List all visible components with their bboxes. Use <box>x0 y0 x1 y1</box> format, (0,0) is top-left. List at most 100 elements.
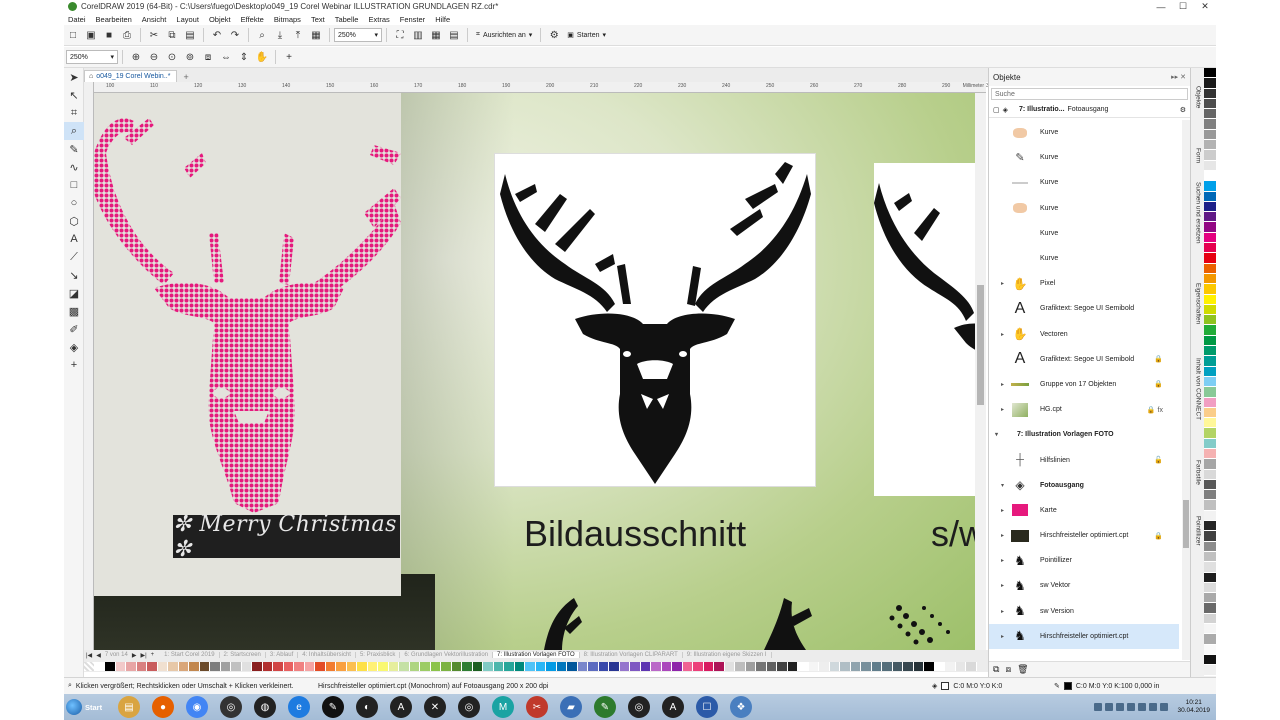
color-swatch[interactable] <box>1204 181 1216 192</box>
color-swatch[interactable] <box>819 661 830 671</box>
page-tab[interactable]: 1: Start Corel 2019 <box>160 652 220 658</box>
menu-extras[interactable]: Extras <box>368 15 389 24</box>
expand-arrow-icon[interactable]: ▸ <box>1001 381 1004 388</box>
color-swatch[interactable] <box>514 661 525 671</box>
color-swatch[interactable] <box>168 661 179 671</box>
pink-deer-card[interactable]: ✼ Merry Christmas ✼ <box>94 93 401 596</box>
page-tab[interactable]: 2: Startscreen <box>220 652 266 658</box>
new-layer-icon[interactable]: ⧉ <box>993 664 999 675</box>
rectangle-tool-icon[interactable]: □ <box>64 176 84 194</box>
color-swatch[interactable] <box>1204 366 1216 377</box>
color-swatch[interactable] <box>1204 490 1216 501</box>
color-swatch[interactable] <box>966 661 977 671</box>
prev-page-button[interactable]: ◀ <box>96 652 101 659</box>
obs-icon[interactable]: ◎ <box>220 696 242 718</box>
copy-icon[interactable]: ⧉ <box>165 28 179 42</box>
print-icon[interactable]: ⎙ <box>120 28 134 42</box>
color-swatch[interactable] <box>1204 170 1216 182</box>
color-swatch[interactable] <box>1204 438 1216 449</box>
zoom-page-icon[interactable]: ⧈ <box>201 50 215 64</box>
expand-arrow-icon[interactable]: ▸ <box>1001 582 1004 589</box>
color-swatch[interactable] <box>304 661 315 671</box>
objects-search-input[interactable]: Suche <box>991 88 1188 100</box>
collapse-arrow-icon[interactable]: ▾ <box>995 431 998 438</box>
app10-icon[interactable]: ◎ <box>628 696 650 718</box>
color-swatch[interactable] <box>1204 129 1216 141</box>
object-row[interactable]: ▸ Hirschfreisteller optimiert.cpt 🔒 <box>989 523 1179 548</box>
volume-icon[interactable] <box>1138 703 1147 711</box>
object-row[interactable]: ▸ Karte <box>989 498 1179 523</box>
snap-to-button[interactable]: ⌗ Ausrichten an ▾ <box>476 31 532 39</box>
page-tab[interactable]: 9: Illustration eigene Skizzen I <box>683 652 772 658</box>
color-swatch[interactable] <box>808 661 819 671</box>
app12-icon[interactable]: ☐ <box>696 696 718 718</box>
color-swatch[interactable] <box>378 661 389 671</box>
page-tab[interactable]: 4: Inhaltsübersicht <box>298 652 356 658</box>
color-swatch[interactable] <box>325 661 336 671</box>
color-swatch[interactable] <box>346 661 357 671</box>
network-icon[interactable] <box>1105 703 1114 711</box>
parallel-dimension-icon[interactable]: ⟋ <box>64 248 84 266</box>
color-swatch[interactable] <box>766 661 777 671</box>
lock-icon[interactable]: 🔒 <box>1154 380 1163 388</box>
color-swatch[interactable] <box>567 661 578 671</box>
color-swatch[interactable] <box>609 661 620 671</box>
last-page-button[interactable]: ▶| <box>140 652 146 659</box>
color-swatch[interactable] <box>861 661 872 671</box>
deer-silhouette-card[interactable] <box>494 153 816 487</box>
object-row[interactable]: ▸ ♞ sw Vektor <box>989 573 1179 598</box>
property-zoom-combo[interactable]: 250% ▾ <box>66 50 118 64</box>
color-swatch[interactable] <box>1204 387 1216 398</box>
new-master-layer-icon[interactable]: ⧈ <box>1005 664 1011 675</box>
docker-tab-connect[interactable]: Inhalt von CONNECT <box>1191 358 1205 420</box>
delete-icon[interactable]: 🗑 <box>1017 664 1028 675</box>
color-swatch[interactable] <box>462 661 473 671</box>
guides-icon[interactable]: ▤ <box>447 28 461 42</box>
color-swatch[interactable] <box>1204 160 1216 171</box>
menu-objekt[interactable]: Objekt <box>209 15 231 24</box>
color-swatch[interactable] <box>1204 191 1216 202</box>
docker-pin-icon[interactable]: ▸▸ ✕ <box>1171 73 1186 81</box>
paste-icon[interactable]: ▤ <box>183 28 197 42</box>
color-swatch[interactable] <box>556 661 567 671</box>
color-swatch[interactable] <box>147 661 158 671</box>
color-swatch[interactable] <box>1204 119 1216 130</box>
deer-card-partial[interactable] <box>874 163 975 496</box>
color-swatch[interactable] <box>115 661 126 671</box>
docker-tab-eigenschaften[interactable]: Eigenschaften <box>1191 283 1205 324</box>
color-swatch[interactable] <box>367 661 378 671</box>
color-swatch[interactable] <box>640 661 651 671</box>
objects-scroll-thumb[interactable] <box>1183 500 1189 548</box>
options-gear-icon[interactable]: ⚙ <box>547 28 561 42</box>
app13-icon[interactable]: ❖ <box>730 696 752 718</box>
maximize-button[interactable]: ☐ <box>1172 0 1194 13</box>
color-swatch[interactable] <box>1204 315 1216 326</box>
color-swatch[interactable] <box>1204 603 1216 614</box>
page-icon[interactable]: ▢ <box>993 106 1000 114</box>
color-swatch[interactable] <box>850 661 861 671</box>
color-swatch[interactable] <box>1204 593 1216 604</box>
color-swatch[interactable] <box>588 661 599 671</box>
color-swatch[interactable] <box>1204 88 1216 99</box>
freehand-tool-icon[interactable]: ✎ <box>64 140 84 158</box>
undo-icon[interactable]: ↶ <box>210 28 224 42</box>
color-swatch[interactable] <box>1204 356 1216 367</box>
color-swatch[interactable] <box>283 661 294 671</box>
page-tab[interactable]: 3: Ablauf <box>266 652 299 658</box>
menu-text[interactable]: Text <box>311 15 325 24</box>
page-tab[interactable]: 7: Illustration Vorlagen FOTO <box>493 652 580 658</box>
object-row[interactable]: Kurve <box>989 196 1179 221</box>
drawing-canvas[interactable]: ✼ Merry Christmas ✼ Bildausschnitt s/w <box>94 93 975 650</box>
color-swatch[interactable] <box>1204 201 1216 213</box>
object-row[interactable]: A Grafiktext: Segoe UI Semibold <box>989 296 1179 321</box>
object-row[interactable]: A Grafiktext: Segoe UI Semibold 🔒 <box>989 347 1179 372</box>
fill-indicator[interactable]: ◈ C:0 M:0 Y:0 K:0 <box>932 682 1002 690</box>
zoom-out-icon[interactable]: ⊖ <box>147 50 161 64</box>
color-swatch[interactable] <box>703 661 714 671</box>
color-swatch[interactable] <box>1204 325 1216 336</box>
docker-tab-farbstile[interactable]: Farbstile <box>1191 460 1205 485</box>
app9-icon[interactable]: ▰ <box>560 696 582 718</box>
minimize-button[interactable]: — <box>1150 0 1172 13</box>
color-swatch[interactable] <box>1204 78 1216 89</box>
explorer-icon[interactable]: ▤ <box>118 696 140 718</box>
